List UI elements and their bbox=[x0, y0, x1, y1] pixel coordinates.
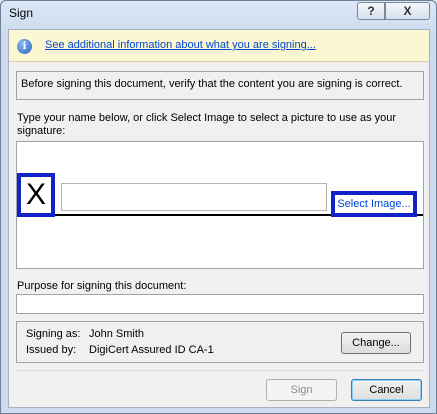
signature-x-mark: X bbox=[17, 173, 55, 217]
purpose-label: Purpose for signing this document: bbox=[17, 280, 187, 292]
window-title: Sign bbox=[9, 6, 34, 20]
issued-by-value: DigiCert Assured ID CA-1 bbox=[89, 344, 214, 356]
sign-dialog: Sign ? X i See additional information ab… bbox=[0, 0, 437, 414]
verify-message: Before signing this document, verify tha… bbox=[16, 71, 424, 100]
certificate-info: Signing as: John Smith Issued by: DigiCe… bbox=[16, 321, 424, 363]
select-image-link[interactable]: Select Image... bbox=[331, 191, 417, 217]
info-bar: i See additional information about what … bbox=[9, 30, 429, 62]
purpose-input[interactable] bbox=[16, 294, 424, 314]
info-icon: i bbox=[17, 39, 32, 54]
button-separator bbox=[16, 370, 424, 371]
additional-info-link[interactable]: See additional information about what yo… bbox=[45, 39, 316, 51]
signing-as-label: Signing as: bbox=[26, 328, 81, 340]
signing-as-value: John Smith bbox=[89, 328, 145, 340]
change-certificate-button[interactable]: Change... bbox=[341, 332, 411, 354]
help-button[interactable]: ? bbox=[357, 2, 385, 20]
signature-instructions: Type your name below, or click Select Im… bbox=[17, 112, 397, 137]
close-button[interactable]: X bbox=[385, 2, 430, 20]
dialog-body: i See additional information about what … bbox=[8, 29, 430, 408]
cancel-button[interactable]: Cancel bbox=[351, 379, 422, 401]
issued-by-label: Issued by: bbox=[26, 344, 77, 356]
signature-name-input[interactable] bbox=[61, 183, 327, 211]
sign-button[interactable]: Sign bbox=[266, 379, 337, 401]
